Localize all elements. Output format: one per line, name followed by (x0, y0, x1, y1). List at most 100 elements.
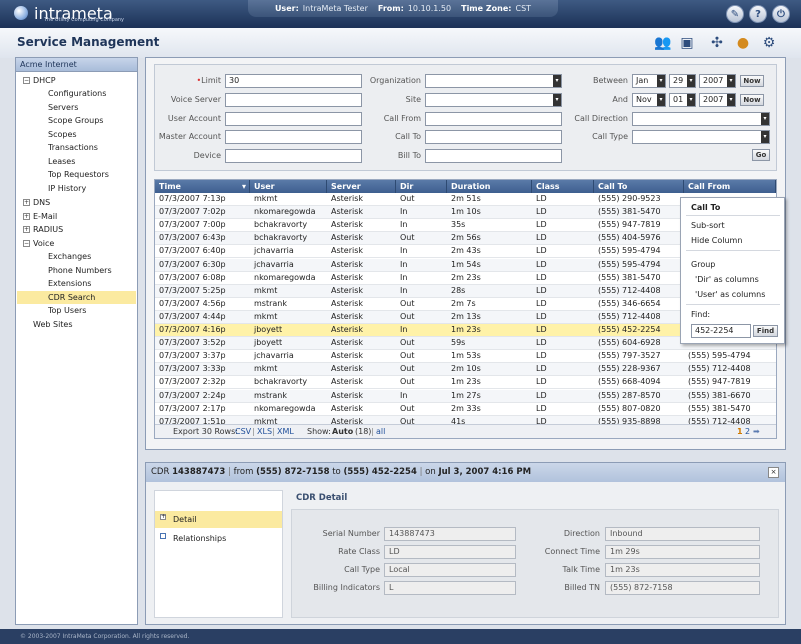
find-button[interactable]: Find (753, 325, 778, 337)
table-cell: 07/3/2007 7:02p (159, 207, 226, 217)
column-header-call-from[interactable]: Call From (684, 180, 776, 193)
close-icon[interactable]: × (768, 467, 779, 478)
sidebar-item-email[interactable]: E-Mail (33, 210, 57, 223)
call-type-label: Call Type (344, 565, 380, 574)
and-day-select[interactable]: 01 ▾ (669, 93, 696, 107)
column-header-user[interactable]: User (250, 180, 327, 193)
call-to-input[interactable] (425, 130, 562, 144)
email-expand-toggle[interactable]: + (23, 213, 30, 220)
show-auto-option[interactable]: Auto (332, 425, 353, 438)
tools-icon[interactable]: ✎ (726, 5, 744, 23)
export-csv-link[interactable]: CSV (235, 425, 251, 438)
sidebar-item-leases[interactable]: Leases (48, 155, 75, 168)
table-cell: 07/3/2007 3:37p (159, 351, 226, 361)
tab-detail[interactable]: + Detail (155, 511, 282, 528)
dhcp-collapse-toggle[interactable]: − (23, 77, 30, 84)
sidebar-item-web-sites[interactable]: Web Sites (33, 318, 73, 331)
export-xml-link[interactable]: XML (277, 425, 294, 438)
dns-expand-toggle[interactable]: + (23, 199, 30, 206)
column-header-duration[interactable]: Duration (447, 180, 532, 193)
column-header-call-to[interactable]: Call To (594, 180, 684, 193)
talk-time-label: Talk Time (562, 565, 600, 574)
sidebar-item-scopes[interactable]: Scopes (48, 128, 77, 141)
table-row[interactable]: 07/3/2007 2:17p nkomaregowda Asterisk Out 2m… (155, 403, 776, 416)
sidebar-item-dns[interactable]: DNS (33, 196, 50, 209)
bill-to-input[interactable] (425, 149, 562, 163)
table-cell: Asterisk (331, 364, 364, 374)
sidebar-item-radius[interactable]: RADIUS (33, 223, 63, 236)
sub-sort-menu-item[interactable]: Sub-sort (691, 221, 725, 230)
sidebar-item-scope-groups[interactable]: Scope Groups (48, 114, 103, 127)
table-cell: bchakravorty (254, 220, 308, 230)
table-row[interactable]: 07/3/2007 2:32p bchakravorty Asterisk Out 1m… (155, 376, 776, 390)
voice-collapse-toggle[interactable]: − (23, 240, 30, 247)
dropdown-arrow-icon: ▾ (553, 75, 561, 87)
sidebar-item-exchanges[interactable]: Exchanges (48, 250, 91, 263)
page-1-link[interactable]: 1 (737, 425, 743, 438)
table-cell: Asterisk (331, 351, 364, 361)
next-page-icon[interactable]: ➡ (753, 425, 760, 438)
sidebar-item-top-users[interactable]: Top Users (48, 304, 86, 317)
between-day-select[interactable]: 29 ▾ (669, 74, 696, 88)
and-year-select[interactable]: 2007 ▾ (699, 93, 736, 107)
sidebar-item-servers[interactable]: Servers (48, 101, 78, 114)
go-button[interactable]: Go (752, 149, 770, 161)
sidebar-item-extensions[interactable]: Extensions (48, 277, 91, 290)
column-header-time[interactable]: Time ▾ (155, 180, 250, 193)
site-select[interactable]: ▾ (425, 93, 562, 107)
sidebar-item-configurations[interactable]: Configurations (48, 87, 106, 100)
and-month-select[interactable]: Nov ▾ (632, 93, 666, 107)
sidebar-item-top-requestors[interactable]: Top Requestors (48, 168, 109, 181)
monitor-icon[interactable]: ▣ (677, 33, 697, 53)
between-year-select[interactable]: 2007 ▾ (699, 74, 736, 88)
device-input[interactable] (225, 149, 362, 163)
tab-relationships[interactable]: Relationships (155, 530, 282, 547)
power-icon[interactable]: ⏻ (772, 5, 790, 23)
radius-expand-toggle[interactable]: + (23, 226, 30, 233)
master-account-input[interactable] (225, 130, 362, 144)
sidebar-item-cdr-search[interactable]: CDR Search (17, 291, 136, 304)
settings-icon[interactable]: ⚙ (759, 33, 779, 53)
sidebar-item-voice[interactable]: Voice (33, 237, 54, 250)
dropdown-arrow-icon: ▾ (657, 75, 665, 87)
call-type-select[interactable]: ▾ (632, 130, 770, 144)
sidebar-item-ip-history[interactable]: IP History (48, 182, 86, 195)
between-month-select[interactable]: Jan ▾ (632, 74, 666, 88)
group-by-user-menu-item[interactable]: 'User' as columns (695, 290, 765, 299)
column-header-server[interactable]: Server (327, 180, 396, 193)
hide-column-menu-item[interactable]: Hide Column (691, 236, 742, 245)
limit-input[interactable]: 30 (225, 74, 362, 88)
organization-select[interactable]: ▾ (425, 74, 562, 88)
network-icon[interactable]: ✣ (707, 33, 727, 53)
table-cell: 2m 10s (451, 364, 481, 374)
user-value: IntraMeta Tester (302, 4, 368, 13)
table-cell: Asterisk (331, 338, 364, 348)
sidebar-item-dhcp[interactable]: DHCP (33, 74, 56, 87)
call-from-input[interactable] (425, 112, 562, 126)
show-all-link[interactable]: all (376, 425, 385, 438)
sidebar-item-transactions[interactable]: Transactions (48, 141, 98, 154)
globe-icon[interactable]: ● (733, 33, 753, 53)
tab-detail-label: Detail (173, 515, 197, 524)
sidebar-item-phone-numbers[interactable]: Phone Numbers (48, 264, 112, 277)
table-cell: 1m 23s (451, 377, 481, 387)
export-xls-link[interactable]: XLS (257, 425, 272, 438)
help-icon[interactable]: ? (749, 5, 767, 23)
user-account-input[interactable] (225, 112, 362, 126)
page-2-link[interactable]: 2 (745, 425, 750, 438)
table-cell: 07/3/2007 7:00p (159, 220, 226, 230)
table-cell: LD (536, 338, 547, 348)
and-now-button[interactable]: Now (740, 94, 764, 106)
table-row[interactable]: 07/3/2007 3:33p mkmt Asterisk Out 2m 10s LD (5… (155, 363, 776, 377)
between-now-button[interactable]: Now (740, 75, 764, 87)
users-icon[interactable]: 👥 (653, 33, 673, 53)
call-direction-select[interactable]: ▾ (632, 112, 770, 126)
group-by-dir-menu-item[interactable]: 'Dir' as columns (695, 275, 759, 284)
find-input[interactable]: 452-2254 (691, 324, 751, 338)
to-label: to (332, 467, 341, 477)
table-row[interactable]: 07/3/2007 3:37p jchavarria Asterisk Out 1m 5… (155, 350, 776, 364)
voice-server-input[interactable] (225, 93, 362, 107)
table-row[interactable]: 07/3/2007 2:24p mstrank Asterisk In 1m 27s LD… (155, 389, 776, 403)
column-header-dir[interactable]: Dir (396, 180, 447, 193)
column-header-class[interactable]: Class (532, 180, 594, 193)
